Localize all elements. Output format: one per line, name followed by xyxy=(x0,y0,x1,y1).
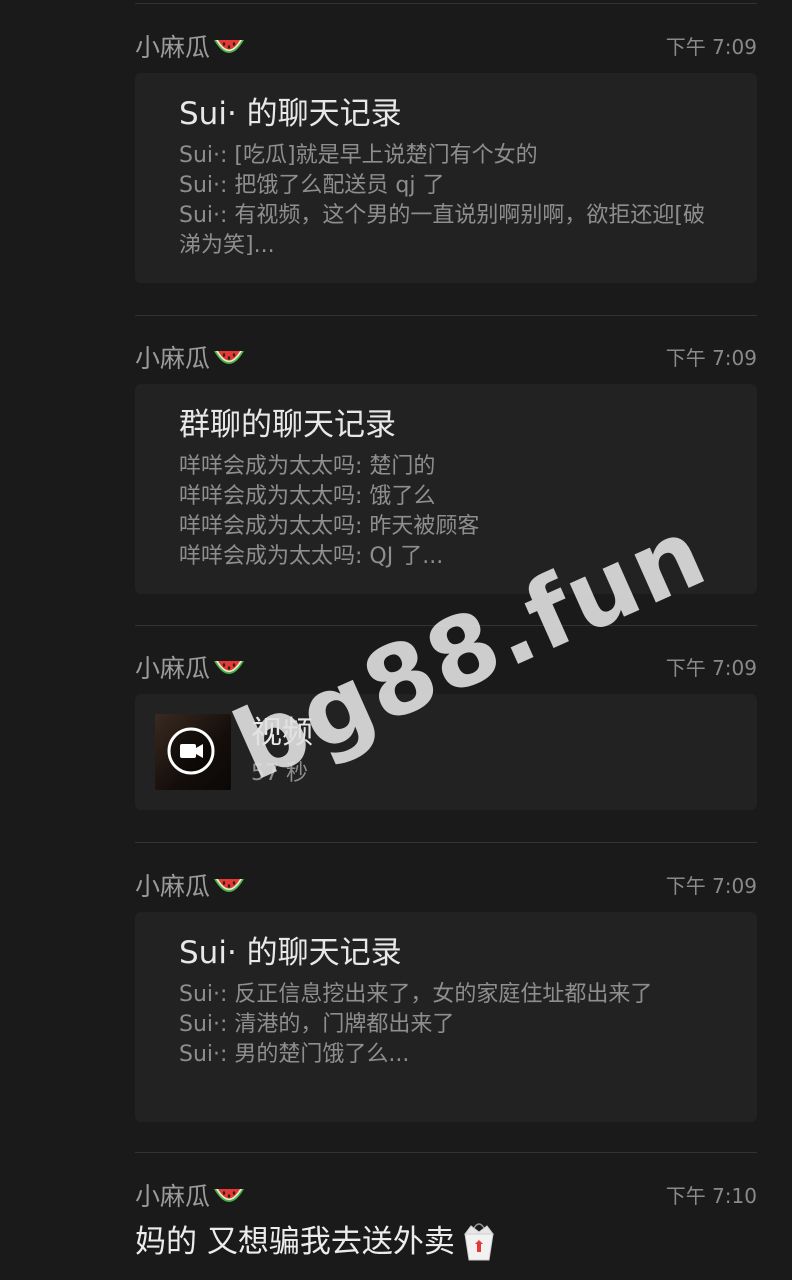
sender-label: 小麻瓜 xyxy=(135,33,211,62)
sender-name[interactable]: 小麻瓜 xyxy=(135,33,246,63)
chat-record-title: 群聊的聊天记录 xyxy=(179,407,396,443)
chat-record-card[interactable]: Sui· 的聊天记录 Sui·: 反正信息挖出来了，女的家庭住址都出来了 Sui… xyxy=(135,912,757,1122)
divider xyxy=(135,625,757,626)
takeout-box-icon xyxy=(463,1223,494,1261)
divider xyxy=(135,842,757,843)
message-header: 小麻瓜 下午 7:09 xyxy=(135,344,757,384)
sender-name[interactable]: 小麻瓜 xyxy=(135,872,246,902)
chat-record-line: Sui·: 反正信息挖出来了，女的家庭住址都出来了 xyxy=(179,982,653,1007)
chat-record-line: Sui·: 男的楚门饿了么... xyxy=(179,1042,410,1067)
message-header: 小麻瓜 下午 7:09 xyxy=(135,872,757,912)
sender-label: 小麻瓜 xyxy=(135,1182,211,1211)
video-card[interactable]: 视频 57 秒 xyxy=(135,694,757,810)
chat-record-title: Sui· 的聊天记录 xyxy=(179,935,402,971)
chat-record-line: Sui·: 把饿了么配送员 qj 了 xyxy=(179,173,445,198)
watermelon-icon xyxy=(214,879,245,892)
message-time: 下午 7:09 xyxy=(665,656,757,680)
watermelon-icon xyxy=(214,40,245,53)
chat-record-line: Sui·: 有视频，这个男的一直说别啊别啊，欲拒还迎[破涕为笑]... xyxy=(179,203,706,258)
message-item: 小麻瓜 下午 7:09 Sui· 的聊天记录 Sui·: [吃瓜]就是早上说楚门… xyxy=(135,33,757,283)
chat-record-line: 咩咩会成为太太吗: 昨天被顾客 xyxy=(179,514,480,539)
message-header: 小麻瓜 下午 7:10 xyxy=(135,1182,757,1222)
message-item: 小麻瓜 下午 7:09 Sui· 的聊天记录 Sui·: 反正信息挖出来了，女的… xyxy=(135,872,757,1122)
chat-record-card[interactable]: 群聊的聊天记录 咩咩会成为太太吗: 楚门的 咩咩会成为太太吗: 饿了么 咩咩会成… xyxy=(135,384,757,594)
message-time: 下午 7:09 xyxy=(665,346,757,370)
watermelon-icon xyxy=(214,1189,245,1202)
chat-record-line: Sui·: [吃瓜]就是早上说楚门有个女的 xyxy=(179,143,538,168)
video-thumbnail[interactable] xyxy=(155,714,231,790)
video-camera-icon xyxy=(167,727,215,775)
divider xyxy=(135,315,757,316)
sender-label: 小麻瓜 xyxy=(135,872,211,901)
sender-label: 小麻瓜 xyxy=(135,654,211,683)
sender-name[interactable]: 小麻瓜 xyxy=(135,1182,246,1212)
chat-record-line: 咩咩会成为太太吗: 楚门的 xyxy=(179,454,436,479)
sender-label: 小麻瓜 xyxy=(135,344,211,373)
message-time: 下午 7:09 xyxy=(665,35,757,59)
divider xyxy=(135,1152,757,1153)
message-text[interactable]: 妈的 又想骗我去送外卖 xyxy=(135,1222,757,1262)
message-text-content: 妈的 又想骗我去送外卖 xyxy=(135,1224,455,1260)
video-title: 视频 xyxy=(251,715,313,751)
message-header: 小麻瓜 下午 7:09 xyxy=(135,33,757,73)
divider xyxy=(135,3,757,4)
message-time: 下午 7:09 xyxy=(665,874,757,898)
watermelon-icon xyxy=(214,661,245,674)
chat-record-line: 咩咩会成为太太吗: QJ 了... xyxy=(179,544,444,569)
sender-name[interactable]: 小麻瓜 xyxy=(135,344,246,374)
message-item: 小麻瓜 下午 7:09 群聊的聊天记录 咩咩会成为太太吗: 楚门的 咩咩会成为太… xyxy=(135,344,757,594)
chat-record-line: 咩咩会成为太太吗: 饿了么 xyxy=(179,484,436,509)
message-item: 小麻瓜 下午 7:09 视频 57 秒 xyxy=(135,654,757,810)
message-time: 下午 7:10 xyxy=(665,1184,757,1208)
chat-record-line: Sui·: 清港的，门牌都出来了 xyxy=(179,1012,455,1037)
chat-record-title: Sui· 的聊天记录 xyxy=(179,96,402,132)
video-duration: 57 秒 xyxy=(251,761,308,786)
sender-name[interactable]: 小麻瓜 xyxy=(135,654,246,684)
message-header: 小麻瓜 下午 7:09 xyxy=(135,654,757,694)
watermelon-icon xyxy=(214,351,245,364)
chat-record-card[interactable]: Sui· 的聊天记录 Sui·: [吃瓜]就是早上说楚门有个女的 Sui·: 把… xyxy=(135,73,757,283)
message-item: 小麻瓜 下午 7:10 妈的 又想骗我去送外卖 xyxy=(135,1182,757,1262)
